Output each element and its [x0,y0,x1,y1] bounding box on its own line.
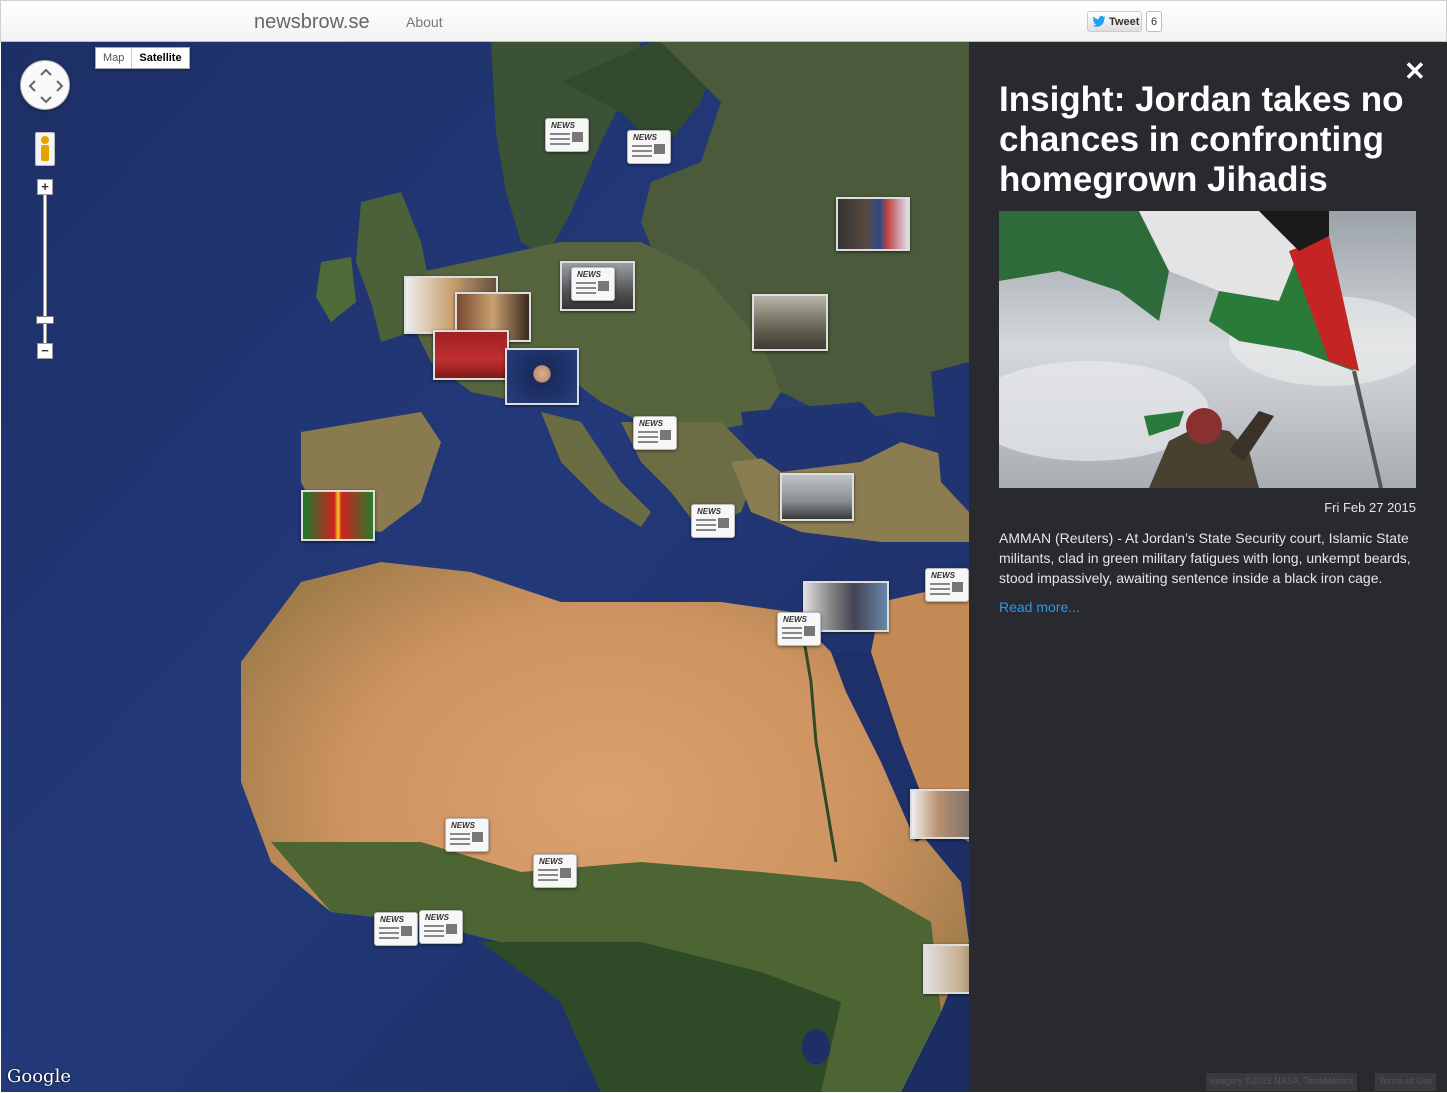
nav-about-link[interactable]: About [406,14,443,30]
zoom-out-button[interactable]: − [37,343,53,359]
satellite-map[interactable]: NEWS NEWS NEWS NEWS NEWS NEWS NEWS NEWS … [1,42,969,1092]
news-icon[interactable]: NEWS [374,912,418,946]
map-type-map-button[interactable]: Map [96,48,131,68]
news-icon[interactable]: NEWS [533,854,577,888]
read-more-link[interactable]: Read more... [999,599,1080,615]
news-photo-marker[interactable] [923,944,969,994]
news-icon[interactable]: NEWS [627,130,671,164]
article-date: Fri Feb 27 2015 [1324,500,1416,515]
news-photo-marker[interactable] [910,789,969,839]
tweet-label: Tweet [1109,15,1140,28]
zoom-in-button[interactable]: + [37,179,53,195]
twitter-bird-icon [1092,16,1106,27]
tweet-count: 6 [1146,11,1162,32]
news-photo-marker[interactable] [433,330,509,380]
pan-control[interactable] [20,60,70,110]
article-image [999,211,1416,488]
news-photo-marker[interactable] [780,473,854,521]
news-icon[interactable]: NEWS [691,504,735,538]
news-icon[interactable]: NEWS [419,910,463,944]
news-icon[interactable]: NEWS [925,568,969,602]
imagery-attribution: Imagery ©2015 NASA, TerraMetrics [1206,1073,1358,1091]
zoom-slider-handle[interactable] [36,316,54,324]
article-title: Insight: Jordan takes no chances in conf… [999,80,1404,199]
map-terrain [1,42,969,1092]
pegman-icon[interactable] [35,132,55,166]
news-photo-marker[interactable] [301,490,375,541]
map-type-control: Map Satellite [95,47,190,69]
news-photo-marker[interactable] [752,294,828,351]
news-icon[interactable]: NEWS [445,818,489,852]
google-logo: Google [7,1066,71,1087]
news-icon[interactable]: NEWS [633,416,677,450]
article-summary: AMMAN (Reuters) - At Jordan’s State Secu… [999,530,1411,586]
news-photo-marker[interactable] [505,348,579,405]
map-type-satellite-button[interactable]: Satellite [131,48,188,68]
pan-arrows-icon [28,68,64,104]
terms-of-use-link[interactable]: Terms of Use [1375,1073,1437,1091]
news-icon[interactable]: NEWS [571,267,615,301]
news-photo-marker[interactable] [836,197,910,251]
news-icon[interactable]: NEWS [545,118,589,152]
tweet-button[interactable]: Tweet [1087,11,1142,32]
top-navbar: newsbrow.se About Tweet 6 [0,0,1447,42]
news-icon[interactable]: NEWS [777,612,821,646]
site-brand[interactable]: newsbrow.se [254,11,370,34]
